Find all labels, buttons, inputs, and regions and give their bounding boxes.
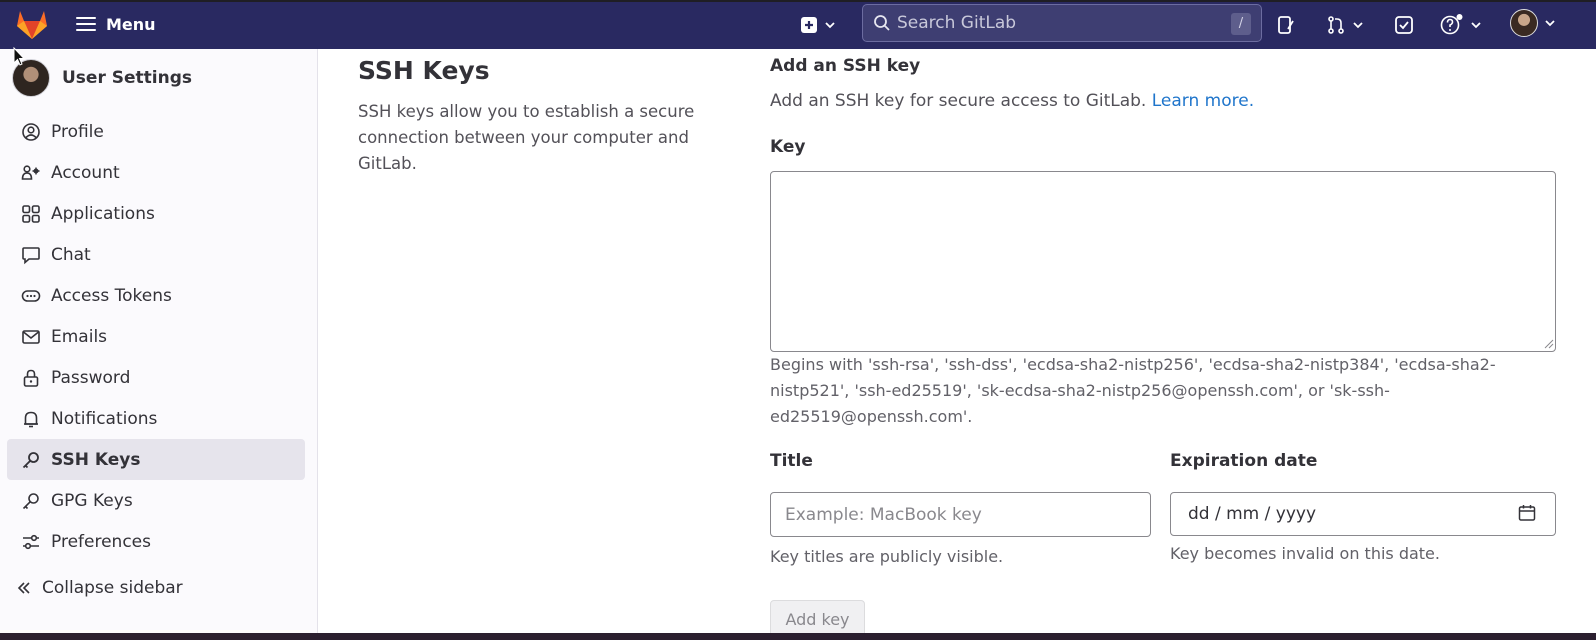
create-new-button[interactable] [800,11,836,39]
sidebar-item-account[interactable]: Account [7,152,305,193]
chat-icon [22,246,40,264]
sidebar-item-label: SSH Keys [51,449,141,470]
settings-sidebar: User Settings Profile Account Applicatio… [0,49,318,633]
mouse-cursor-icon [13,47,25,66]
expiration-date-value: dd / mm / yyyy [1188,504,1317,524]
sidebar-item-profile[interactable]: Profile [7,111,305,152]
expiration-date-input[interactable]: dd / mm / yyyy [1170,492,1556,536]
title-label: Title [770,451,813,471]
chevron-down-icon [1471,22,1481,29]
title-input[interactable] [770,492,1151,537]
sidebar-item-label: Emails [51,326,108,347]
collapse-sidebar-button[interactable]: Collapse sidebar [16,578,183,598]
sidebar-item-preferences[interactable]: Preferences [7,521,305,562]
sidebar-nav: Profile Account Applications Chat Access… [7,111,305,562]
expiration-date-label: Expiration date [1170,451,1318,471]
resize-grip-icon[interactable] [1542,337,1554,349]
key-textarea[interactable] [770,171,1556,352]
account-icon [21,164,40,180]
chevron-down-icon [825,22,835,29]
sidebar-item-ssh-keys[interactable]: SSH Keys [7,439,305,480]
sidebar-item-chat[interactable]: Chat [7,234,305,275]
search-box[interactable]: / [862,4,1262,42]
menu-button[interactable]: Menu [76,10,156,38]
expiration-help-text: Key becomes invalid on this date. [1170,544,1440,563]
chevron-down-icon [1353,22,1363,29]
issues-button[interactable] [1276,11,1296,39]
key-icon [22,492,39,509]
sidebar-item-label: Notifications [51,408,158,429]
sidebar-item-label: Chat [51,244,91,265]
main-content: SSH Keys SSH keys allow you to establish… [318,49,1596,640]
preferences-icon [23,534,39,549]
form-intro: Add an SSH key for secure access to GitL… [770,91,1254,111]
collapse-sidebar-label: Collapse sidebar [42,578,183,598]
title-help-text: Key titles are publicly visible. [770,547,1004,566]
bell-icon [24,411,38,427]
page-title: SSH Keys [358,56,490,85]
sidebar-item-label: Profile [51,121,104,142]
help-button[interactable] [1440,11,1482,39]
sidebar-item-password[interactable]: Password [7,357,305,398]
menu-label: Menu [106,14,156,34]
applications-icon [22,204,40,223]
help-question-icon [1440,14,1463,35]
merge-request-icon [1328,16,1344,34]
plus-square-icon [801,17,817,33]
sidebar-item-label: Preferences [51,531,151,552]
bottom-edge-bar [0,633,1596,640]
todo-checkbox-icon [1395,16,1413,34]
lock-icon [23,369,39,387]
form-intro-text: Add an SSH key for secure access to GitL… [770,91,1147,111]
sidebar-item-label: Account [51,162,120,183]
key-label: Key [770,137,806,157]
top-navbar: Menu / [0,0,1596,49]
issues-icon [1278,16,1294,34]
key-help-text: Begins with 'ssh-rsa', 'ssh-dss', 'ecdsa… [770,355,1496,426]
sidebar-item-label: Password [51,367,131,388]
search-shortcut-badge: / [1231,13,1251,35]
sidebar-item-applications[interactable]: Applications [7,193,305,234]
hamburger-icon [76,17,96,31]
key-icon [22,451,39,468]
token-icon [21,289,41,302]
sidebar-item-label: Access Tokens [51,285,172,306]
calendar-icon[interactable] [1517,503,1537,523]
search-input[interactable] [897,9,1217,37]
merge-requests-button[interactable] [1326,11,1364,39]
sidebar-item-label: GPG Keys [51,490,133,511]
sidebar-header[interactable]: User Settings [12,59,192,97]
form-heading: Add an SSH key [770,56,921,76]
user-menu-button[interactable] [1510,9,1556,37]
todos-button[interactable] [1394,11,1414,39]
sidebar-item-notifications[interactable]: Notifications [7,398,305,439]
mail-icon [22,329,40,344]
gitlab-logo-icon[interactable] [14,6,50,42]
sidebar-item-access-tokens[interactable]: Access Tokens [7,275,305,316]
learn-more-link[interactable]: Learn more. [1152,91,1254,111]
sidebar-item-gpg-keys[interactable]: GPG Keys [7,480,305,521]
page-description: SSH keys allow you to establish a secure… [358,102,695,173]
avatar [1510,9,1538,37]
app-window: Menu / [0,0,1596,640]
double-chevron-left-icon [17,582,30,594]
chevron-down-icon [1545,20,1555,27]
profile-icon [22,122,40,141]
sidebar-item-label: Applications [51,203,155,224]
sidebar-item-emails[interactable]: Emails [7,316,305,357]
search-icon [874,15,890,31]
sidebar-title: User Settings [62,68,192,88]
